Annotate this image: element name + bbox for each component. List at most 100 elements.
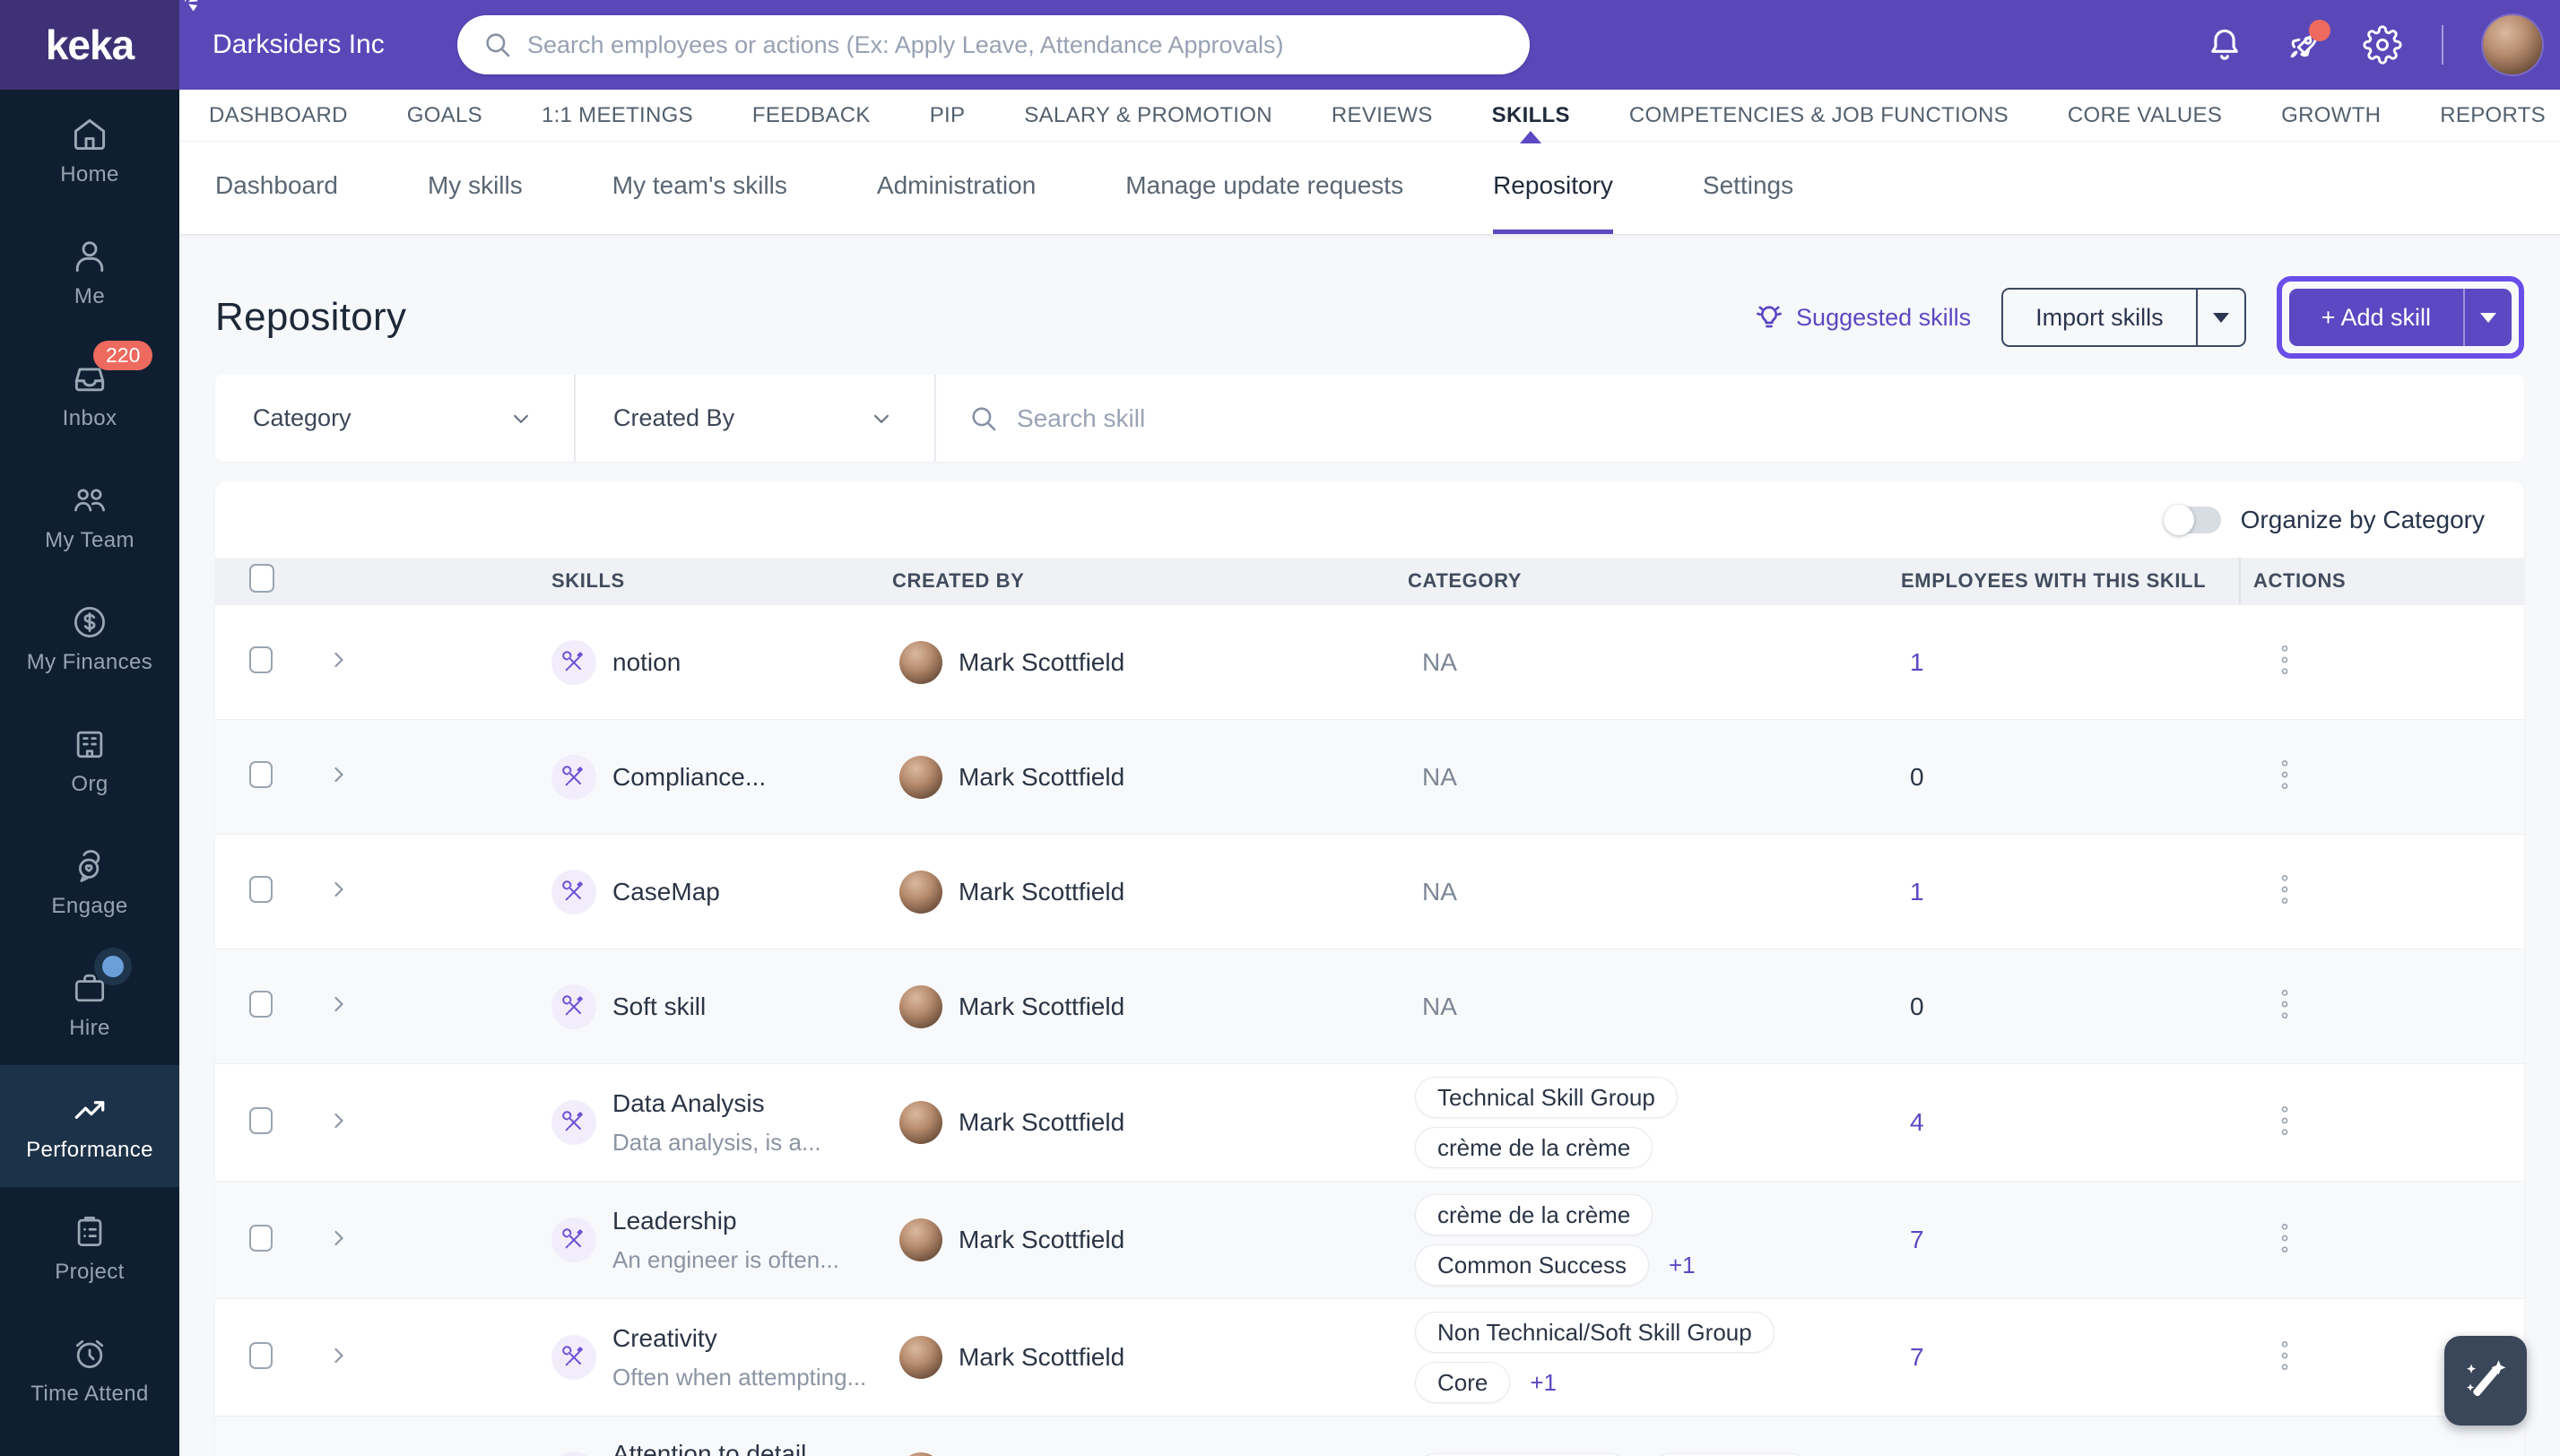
tab-salary-promotion[interactable]: SALARY & PROMOTION — [1024, 103, 1272, 128]
kebab-menu-icon[interactable] — [2273, 1221, 2296, 1255]
tab-skills[interactable]: SKILLS — [1492, 103, 1570, 128]
skill-name[interactable]: Attention to detail — [612, 1440, 806, 1456]
skill-name[interactable]: Leadership — [612, 1207, 839, 1235]
sidebar-item-label: Inbox — [63, 406, 117, 431]
gear-icon[interactable] — [2363, 25, 2402, 65]
subtab-settings[interactable]: Settings — [1703, 142, 1793, 234]
global-search-input[interactable] — [527, 31, 1505, 59]
rocket-icon[interactable] — [2284, 25, 2323, 65]
sidebar-item-performance[interactable]: Performance — [0, 1065, 179, 1187]
more-categories-link[interactable]: +1 — [1669, 1252, 1696, 1279]
subtab-my-teams-skills[interactable]: My team's skills — [612, 142, 787, 234]
skill-name[interactable]: Compliance... — [612, 763, 766, 792]
tab-reviews[interactable]: REVIEWS — [1332, 103, 1433, 128]
kebab-menu-icon[interactable] — [2273, 758, 2296, 792]
select-all-checkbox[interactable] — [249, 564, 274, 593]
organize-by-category-toggle[interactable] — [2164, 507, 2221, 533]
chevron-right-icon[interactable] — [326, 1343, 351, 1368]
avatar — [899, 1101, 942, 1144]
sidebar-item-hire[interactable]: Hire — [0, 943, 179, 1065]
import-skills-button[interactable]: Import skills — [2001, 288, 2246, 347]
skill-name[interactable]: Soft skill — [612, 992, 706, 1021]
import-skills-dropdown[interactable] — [2196, 290, 2244, 345]
subtab-repository[interactable]: Repository — [1493, 142, 1613, 234]
skill-description: An engineer is often... — [612, 1246, 839, 1274]
sidebar-item-my-finances[interactable]: My Finances — [0, 577, 179, 699]
tab-1-1-meetings[interactable]: 1:1 MEETINGS — [542, 103, 693, 128]
chevron-right-icon[interactable] — [326, 647, 351, 672]
kebab-menu-icon[interactable] — [2273, 1104, 2296, 1138]
kebab-menu-icon[interactable] — [2273, 987, 2296, 1021]
created-by-filter[interactable]: Created By — [576, 375, 936, 462]
tab-dashboard[interactable]: DASHBOARD — [209, 103, 348, 128]
row-checkbox[interactable] — [249, 1225, 273, 1252]
category-filter[interactable]: Category — [215, 375, 576, 462]
category-cell: NA — [1408, 750, 1901, 804]
row-checkbox[interactable] — [249, 1107, 273, 1134]
skill-search-input[interactable] — [1017, 404, 2492, 433]
tab-competencies-job-functions[interactable]: COMPETENCIES & JOB FUNCTIONS — [1629, 103, 2009, 128]
skill-name[interactable]: Data Analysis — [612, 1089, 821, 1118]
more-categories-link[interactable]: +1 — [1530, 1369, 1557, 1397]
tab-core-values[interactable]: CORE VALUES — [2068, 103, 2222, 128]
skill-name[interactable]: CaseMap — [612, 878, 720, 906]
row-checkbox[interactable] — [249, 761, 273, 788]
sidebar-item-me[interactable]: Me — [0, 212, 179, 334]
global-search[interactable] — [457, 15, 1530, 74]
chevron-right-icon[interactable] — [326, 1226, 351, 1251]
kebab-menu-icon[interactable] — [2273, 872, 2296, 906]
row-checkbox[interactable] — [249, 876, 273, 903]
col-header-created-by: CREATED BY — [892, 569, 1408, 593]
user-avatar[interactable] — [2483, 15, 2542, 74]
subtab-dashboard[interactable]: Dashboard — [215, 142, 338, 234]
skill-name[interactable]: notion — [612, 648, 681, 677]
add-skill-button[interactable]: + Add skill — [2289, 289, 2512, 346]
ai-assistant-button[interactable] — [2444, 1336, 2527, 1426]
employee-count-link[interactable]: 7 — [1910, 1343, 1924, 1371]
tab-feedback[interactable]: FEEDBACK — [752, 103, 871, 128]
page-title: Repository — [215, 295, 406, 340]
tab-reports[interactable]: REPORTS — [2440, 103, 2546, 128]
employee-count-link[interactable]: 1 — [1910, 648, 1924, 676]
chevron-right-icon[interactable] — [326, 992, 351, 1017]
row-checkbox[interactable] — [249, 646, 273, 673]
sidebar-item-label: Home — [60, 162, 119, 187]
avatar — [899, 756, 942, 799]
employee-count: 0 — [1910, 763, 1924, 791]
category-chip: Non Technical/Soft Skill Group — [1415, 1312, 1775, 1353]
sidebar-item-my-team[interactable]: My Team — [0, 455, 179, 577]
creator-name: Mark Scottfield — [959, 878, 1124, 906]
sidebar-item-time-attend[interactable]: Time Attend — [0, 1309, 179, 1431]
suggested-skills-link[interactable]: Suggested skills — [1753, 301, 1971, 334]
tab-pip[interactable]: PIP — [930, 103, 966, 128]
row-checkbox[interactable] — [249, 1342, 273, 1369]
sidebar-item-project[interactable]: Project — [0, 1187, 179, 1309]
row-checkbox[interactable] — [249, 991, 273, 1018]
keka-logo[interactable]: keka — [0, 0, 179, 90]
kebab-menu-icon[interactable] — [2273, 1339, 2296, 1373]
add-skill-dropdown[interactable] — [2463, 289, 2512, 346]
kebab-menu-icon[interactable] — [2273, 643, 2296, 677]
employee-count-link[interactable]: 7 — [1910, 1226, 1924, 1253]
sidebar-item-label: Org — [71, 772, 108, 797]
table-row: Creativity Often when attempting... Mark… — [215, 1298, 2524, 1416]
bell-icon[interactable] — [2205, 25, 2244, 65]
subtab-administration[interactable]: Administration — [877, 142, 1036, 234]
sidebar-item-inbox[interactable]: 220 Inbox — [0, 334, 179, 455]
skill-name[interactable]: Creativity — [612, 1324, 866, 1353]
tab-growth[interactable]: GROWTH — [2281, 103, 2381, 128]
sidebar-item-engage[interactable]: Engage — [0, 821, 179, 943]
subtab-my-skills[interactable]: My skills — [428, 142, 523, 234]
alarm-clock-icon — [70, 1334, 109, 1374]
subtab-manage-update-requests[interactable]: Manage update requests — [1125, 142, 1403, 234]
sidebar-item-org[interactable]: Org — [0, 699, 179, 821]
sidebar-item-home[interactable]: Home — [0, 90, 179, 212]
tab-goals[interactable]: GOALS — [407, 103, 482, 128]
skills-subnav: Dashboard My skills My team's skills Adm… — [179, 142, 2560, 235]
employee-count-link[interactable]: 1 — [1910, 878, 1924, 906]
chevron-right-icon[interactable] — [326, 877, 351, 902]
chevron-right-icon[interactable] — [326, 762, 351, 787]
employee-count-link[interactable]: 4 — [1910, 1108, 1924, 1136]
skill-search[interactable] — [936, 375, 2524, 462]
chevron-right-icon[interactable] — [326, 1108, 351, 1133]
